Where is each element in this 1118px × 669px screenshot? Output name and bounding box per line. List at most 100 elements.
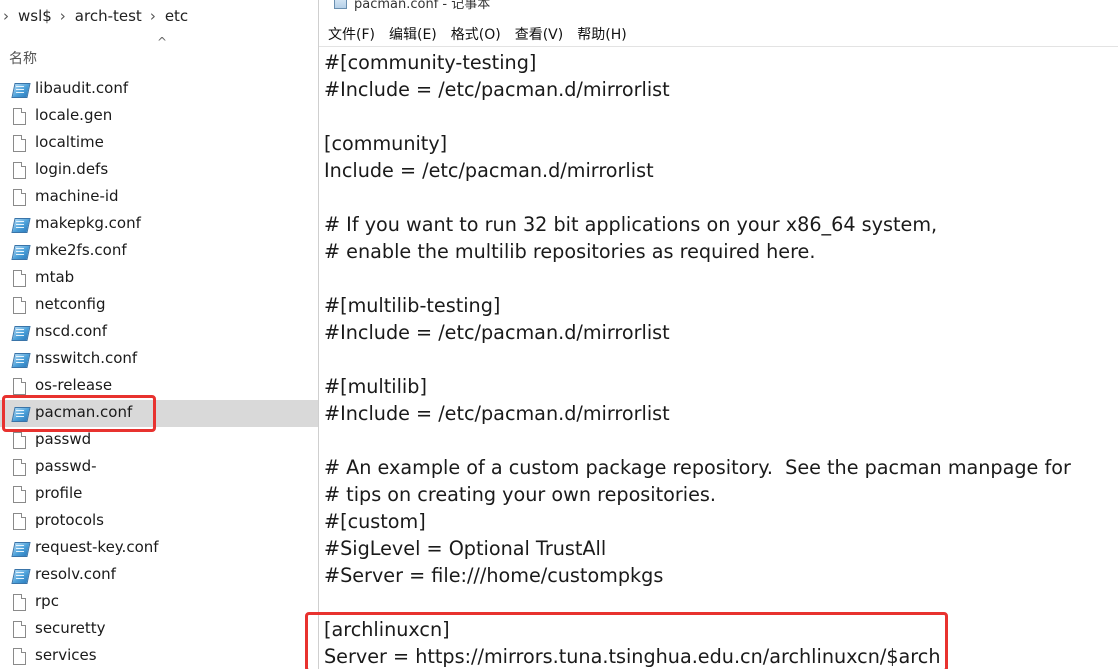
conf-file-icon — [11, 567, 31, 584]
file-name: passwd — [35, 430, 92, 448]
conf-file-icon — [11, 351, 31, 368]
text-line — [324, 589, 1071, 616]
file-name: os-release — [35, 376, 113, 394]
text-line: # If you want to run 32 bit applications… — [324, 213, 938, 236]
breadcrumb-item-etc[interactable]: etc — [165, 7, 188, 25]
document-icon — [12, 108, 28, 125]
column-header-name[interactable]: 名称 — [9, 48, 37, 68]
breadcrumb: › wsl$ › arch-test › etc — [0, 0, 318, 32]
chevron-right-icon[interactable]: › — [3, 7, 9, 25]
conf-file-icon — [11, 81, 31, 98]
text-line: #[custom] — [324, 510, 426, 533]
document-icon — [12, 297, 28, 314]
text-line — [324, 103, 1071, 130]
window-title: pacman.conf - 记事本 — [354, 0, 491, 12]
text-line: #[community-testing] — [324, 51, 537, 74]
breadcrumb-item-arch-test[interactable]: arch-test — [75, 7, 142, 25]
file-item-pacman-conf[interactable]: pacman.conf — [0, 400, 318, 427]
notepad-icon — [334, 0, 347, 9]
file-item-protocols[interactable]: protocols — [0, 508, 318, 535]
text-line: #SigLevel = Optional TrustAll — [324, 537, 607, 560]
menu-view[interactable]: 查看(V) — [515, 24, 564, 44]
chevron-right-icon[interactable]: › — [150, 7, 156, 25]
file-item-os-release[interactable]: os-release — [0, 373, 318, 400]
desktop: › wsl$ › arch-test › etc ^ 名称 libaudit.c… — [0, 0, 1118, 669]
menu-help[interactable]: 帮助(H) — [577, 24, 626, 44]
file-item-services[interactable]: services — [0, 643, 318, 669]
file-name: profile — [35, 484, 83, 502]
text-content: #[community-testing] #Include = /etc/pacm… — [324, 49, 1071, 669]
document-icon — [12, 432, 28, 449]
conf-file-icon — [11, 216, 31, 233]
file-name: request-key.conf — [35, 538, 159, 556]
notepad-window: pacman.conf - 记事本 文件(F) 编辑(E) 格式(O) 查看(V… — [318, 0, 1118, 669]
file-item-profile[interactable]: profile — [0, 481, 318, 508]
file-name: pacman.conf — [35, 403, 133, 421]
chevron-right-icon[interactable]: › — [60, 7, 66, 25]
file-name: libaudit.conf — [35, 79, 129, 97]
text-editor-area[interactable]: #[community-testing] #Include = /etc/pacm… — [319, 46, 1118, 669]
file-name: services — [35, 646, 97, 664]
file-explorer-pane: › wsl$ › arch-test › etc ^ 名称 libaudit.c… — [0, 0, 318, 669]
menu-bar: 文件(F) 编辑(E) 格式(O) 查看(V) 帮助(H) — [319, 22, 1118, 46]
file-name: protocols — [35, 511, 105, 529]
text-line: # An example of a custom package reposit… — [324, 456, 1071, 479]
file-item-makepkg-conf[interactable]: makepkg.conf — [0, 211, 318, 238]
file-item-machine-id[interactable]: machine-id — [0, 184, 318, 211]
text-line: [community] — [324, 132, 448, 155]
file-item-securetty[interactable]: securetty — [0, 616, 318, 643]
file-name: passwd- — [35, 457, 97, 475]
conf-file-icon — [11, 540, 31, 557]
document-icon — [12, 189, 28, 206]
file-item-nsswitch-conf[interactable]: nsswitch.conf — [0, 346, 318, 373]
file-item-mtab[interactable]: mtab — [0, 265, 318, 292]
document-icon — [12, 648, 28, 665]
menu-file[interactable]: 文件(F) — [328, 24, 375, 44]
text-line — [324, 346, 1071, 373]
file-name: nsswitch.conf — [35, 349, 138, 367]
file-name: locale.gen — [35, 106, 113, 124]
document-icon — [12, 135, 28, 152]
file-item-request-key-conf[interactable]: request-key.conf — [0, 535, 318, 562]
text-line: Server = https://mirrors.tuna.tsinghua.e… — [324, 645, 941, 668]
title-bar: pacman.conf - 记事本 — [319, 0, 1118, 12]
text-line: # enable the multilib repositories as re… — [324, 240, 816, 263]
file-item-netconfig[interactable]: netconfig — [0, 292, 318, 319]
text-line: [archlinuxcn] — [324, 618, 450, 641]
text-line: #Include = /etc/pacman.d/mirrorlist — [324, 402, 670, 425]
file-item-rpc[interactable]: rpc — [0, 589, 318, 616]
document-icon — [12, 378, 28, 395]
document-icon — [12, 513, 28, 530]
file-item-nscd-conf[interactable]: nscd.conf — [0, 319, 318, 346]
file-name: localtime — [35, 133, 104, 151]
file-name: rpc — [35, 592, 59, 610]
file-name: login.defs — [35, 160, 109, 178]
file-name: netconfig — [35, 295, 106, 313]
file-item-libaudit-conf[interactable]: libaudit.conf — [0, 76, 318, 103]
text-line: #Server = file:///home/custompkgs — [324, 564, 664, 587]
breadcrumb-item-wsl[interactable]: wsl$ — [18, 7, 52, 25]
document-icon — [12, 486, 28, 503]
document-icon — [12, 621, 28, 638]
file-item-mke2fs-conf[interactable]: mke2fs.conf — [0, 238, 318, 265]
file-name: machine-id — [35, 187, 119, 205]
file-item-passwd[interactable]: passwd — [0, 427, 318, 454]
conf-file-icon — [11, 324, 31, 341]
document-icon — [12, 162, 28, 179]
file-item-passwd[interactable]: passwd- — [0, 454, 318, 481]
file-item-locale-gen[interactable]: locale.gen — [0, 103, 318, 130]
text-line: #[multilib] — [324, 375, 427, 398]
file-item-login-defs[interactable]: login.defs — [0, 157, 318, 184]
file-name: mke2fs.conf — [35, 241, 127, 259]
text-line — [324, 265, 1071, 292]
document-icon — [12, 459, 28, 476]
file-item-localtime[interactable]: localtime — [0, 130, 318, 157]
text-line: #[multilib-testing] — [324, 294, 501, 317]
conf-file-icon — [11, 405, 31, 422]
menu-format[interactable]: 格式(O) — [451, 24, 501, 44]
text-line: #Include = /etc/pacman.d/mirrorlist — [324, 78, 670, 101]
file-item-resolv-conf[interactable]: resolv.conf — [0, 562, 318, 589]
file-name: securetty — [35, 619, 106, 637]
menu-edit[interactable]: 编辑(E) — [389, 24, 437, 44]
conf-file-icon — [11, 243, 31, 260]
